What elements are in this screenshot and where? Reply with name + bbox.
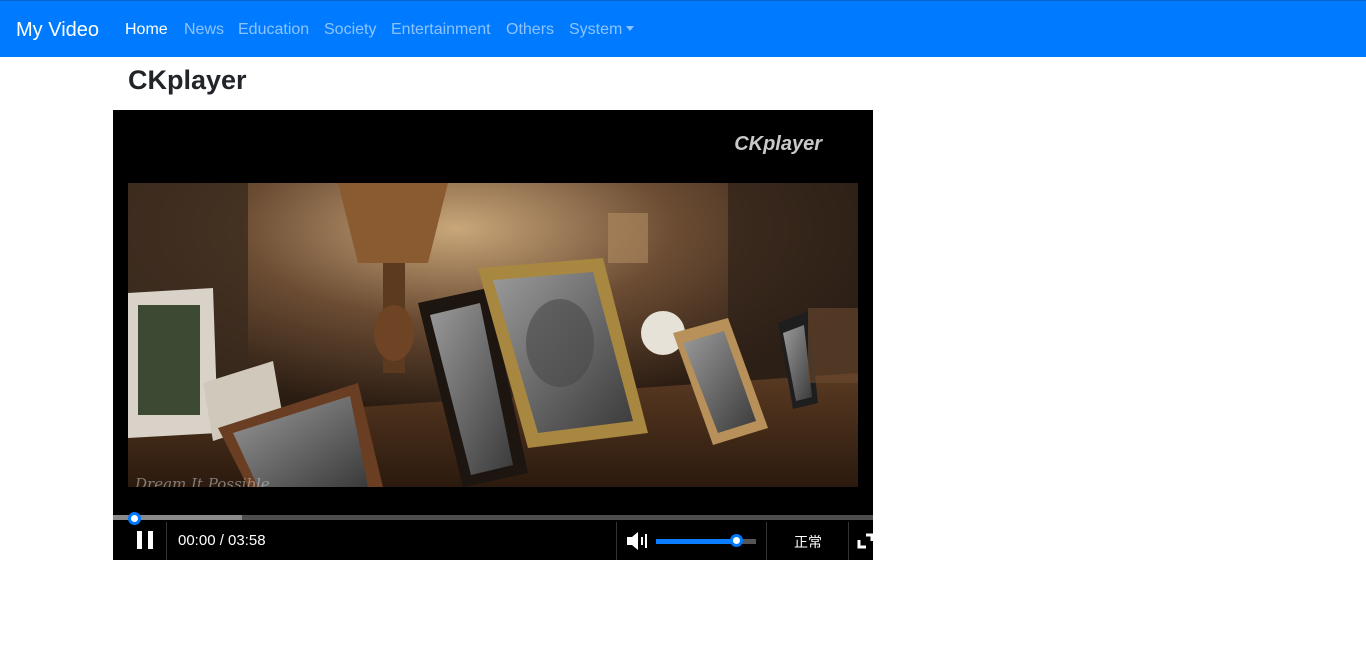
nav-entertainment[interactable]: Entertainment [391,20,491,40]
progress-bar[interactable] [113,515,873,520]
video-scene [128,183,858,487]
pause-icon [137,531,142,549]
control-bar: 00:00 / 03:58 正常 [113,522,873,560]
nav-home[interactable]: Home [125,20,168,40]
volume-icon [627,532,647,550]
fullscreen-button[interactable] [857,532,873,550]
volume-button[interactable] [626,530,650,552]
time-display: 00:00 / 03:58 [178,532,266,549]
divider [616,522,617,560]
video-player[interactable]: CKplayer Dream It Possible 00:00 / 03:58… [113,110,873,560]
nav-education[interactable]: Education [238,20,309,40]
fullscreen-icon [857,533,873,549]
nav-links: Home News Education Society Entertainmen… [0,1,700,58]
divider [848,522,849,560]
navbar: My Video Home News Education Society Ent… [0,0,1366,57]
nav-news[interactable]: News [184,20,224,40]
nav-system-dropdown[interactable]: System [569,20,635,40]
caret-down-icon [626,26,635,31]
pause-button[interactable] [133,531,159,551]
nav-system-label: System [569,21,623,38]
divider [166,522,167,560]
volume-handle[interactable] [730,534,743,547]
speed-button[interactable]: 正常 [767,532,849,552]
nav-others[interactable]: Others [506,20,554,40]
nav-society[interactable]: Society [324,20,376,40]
volume-level [656,539,736,544]
video-frame[interactable]: Dream It Possible [128,183,858,487]
page-title: CKplayer [128,65,247,95]
player-logo: CKplayer [734,133,822,155]
video-watermark: Dream It Possible [135,475,270,487]
